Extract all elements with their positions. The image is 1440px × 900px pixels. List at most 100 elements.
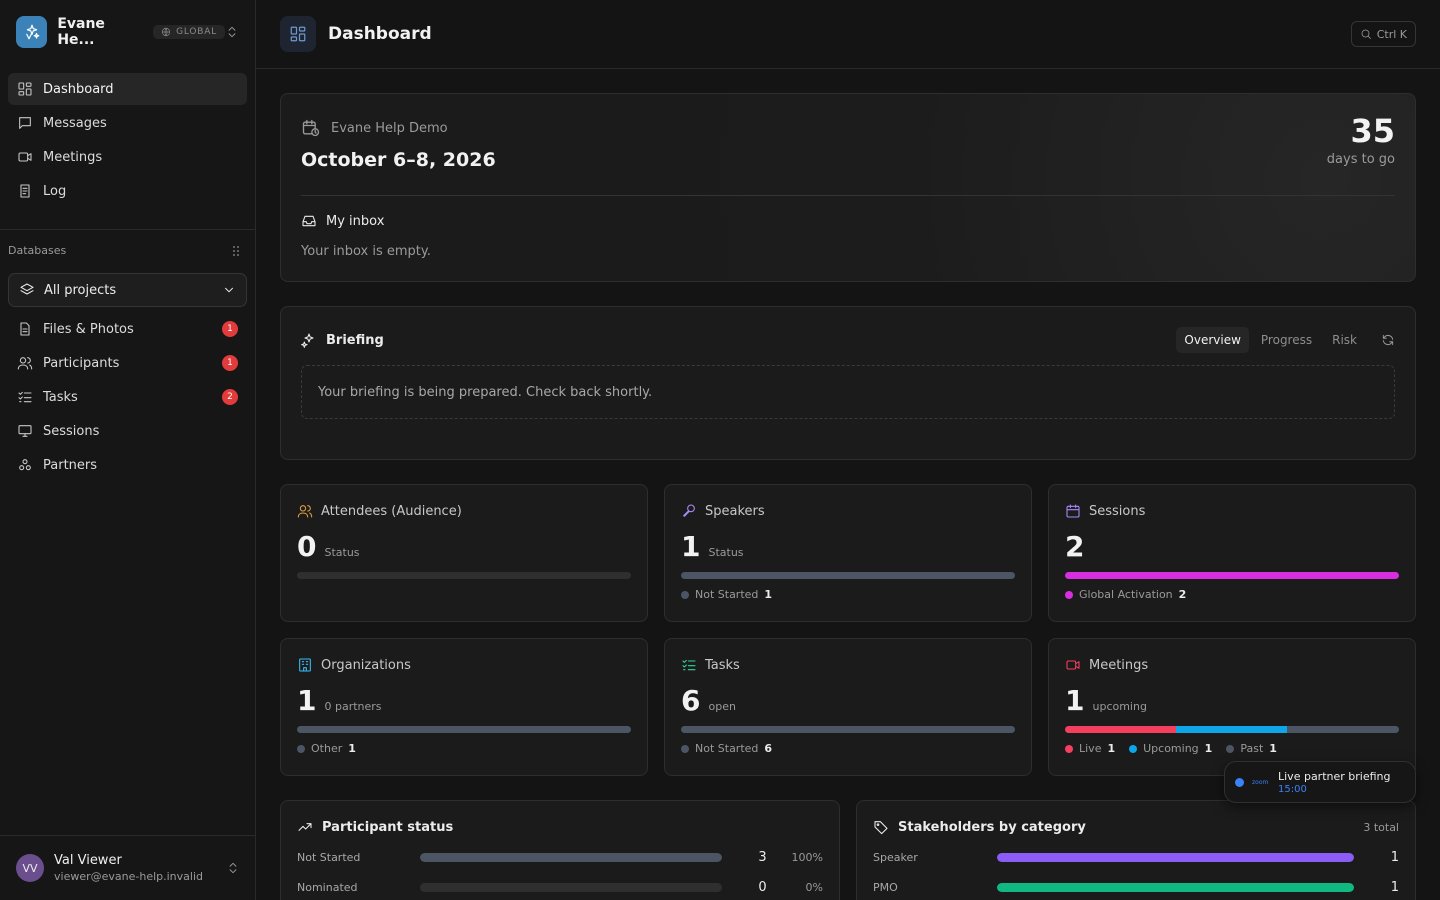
legend-label: Not Started	[695, 588, 759, 601]
sidebar-item-partners[interactable]: Partners	[8, 449, 247, 481]
inbox-icon	[301, 213, 317, 229]
tab-progress[interactable]: Progress	[1253, 327, 1320, 353]
stat-card-speakers[interactable]: Speakers 1 Status Not Started 1	[664, 484, 1032, 622]
stat-legend: Other 1	[297, 742, 631, 755]
stat-title: Speakers	[705, 503, 765, 519]
countdown-label: days to go	[1326, 152, 1395, 167]
stat-legend: Not Started 1	[681, 588, 1015, 601]
sidebar-item-files-photos[interactable]: Files & Photos 1	[8, 313, 247, 345]
drag-handle-icon[interactable]	[231, 245, 241, 257]
search-button[interactable]: Ctrl K	[1350, 21, 1416, 47]
sidebar: Evane He... GLOBAL Dashboard Messages Me…	[0, 0, 256, 900]
stat-card-meetings[interactable]: Meetings 1 upcoming Live 1 Upcoming 1 Past 1	[1048, 638, 1416, 776]
stats-grid: Attendees (Audience) 0 Status Speakers 1…	[280, 484, 1416, 776]
calendar-icon	[1065, 503, 1081, 519]
stat-header: Tasks	[681, 657, 1015, 673]
stat-header: Attendees (Audience)	[297, 503, 631, 519]
tag-icon	[873, 819, 889, 835]
stat-value: 1	[297, 684, 317, 717]
dashboard-icon	[280, 16, 316, 52]
nav-item-label: Log	[43, 183, 67, 199]
legend-dot	[681, 744, 689, 753]
globe-icon	[162, 27, 171, 37]
legend-item: Past 1	[1226, 742, 1277, 755]
sidebar-item-sessions[interactable]: Sessions	[8, 415, 247, 447]
event-dates: October 6–8, 2026	[301, 149, 496, 171]
nav-item-label: Meetings	[43, 149, 103, 165]
divider	[301, 195, 1395, 196]
stat-card-attendees[interactable]: Attendees (Audience) 0 Status	[280, 484, 648, 622]
user-name: Val Viewer	[54, 853, 122, 868]
stat-header: Organizations	[297, 657, 631, 673]
stat-header: Meetings	[1065, 657, 1399, 673]
trending-up-icon	[297, 819, 313, 835]
count-badge: 1	[222, 321, 238, 337]
nav-item-log[interactable]: Log	[8, 175, 247, 207]
stakeholders-rows: Speaker 1 PMO 1	[873, 849, 1399, 895]
sidebar-item-participants[interactable]: Participants 1	[8, 347, 247, 379]
project-selector-value: All projects	[44, 282, 117, 298]
row-bar-fill	[996, 882, 1355, 892]
chevrons-up-down-icon[interactable]	[225, 25, 239, 39]
tab-risk[interactable]: Risk	[1324, 327, 1365, 353]
stakeholders-card: Stakeholders by category 3 total Speaker…	[856, 800, 1416, 900]
nav-item-dashboard[interactable]: Dashboard	[8, 73, 247, 105]
nav-item-messages[interactable]: Messages	[8, 107, 247, 139]
nav-item-label: Messages	[43, 115, 107, 131]
user-menu[interactable]: VV Val Viewer viewer@evane-help.invalid	[0, 835, 256, 900]
legend-count: 2	[1178, 588, 1187, 601]
category-row: Speaker 1	[873, 849, 1399, 865]
refresh-icon[interactable]	[1381, 333, 1395, 347]
event-card: Evane Help Demo October 6–8, 2026 35 day…	[280, 93, 1416, 282]
legend-item: Not Started 1	[681, 588, 772, 601]
toast-content: Live partner briefing 15:00	[1278, 770, 1391, 795]
count-badge: 2	[222, 389, 238, 405]
sidebar-item-tasks[interactable]: Tasks 2	[8, 381, 247, 413]
legend-label: Global Activation	[1079, 588, 1173, 601]
toast-title: Live partner briefing	[1278, 769, 1391, 783]
stat-legend: Not Started 6	[681, 742, 1015, 755]
stat-header: Sessions	[1065, 503, 1399, 519]
legend-dot	[681, 590, 689, 599]
users-icon	[17, 355, 33, 371]
tab-overview[interactable]: Overview	[1176, 327, 1249, 353]
legend-label: Live	[1079, 742, 1102, 755]
stat-bar-segment	[1287, 726, 1399, 733]
legend-dot	[297, 744, 305, 753]
legend-item: Upcoming 1	[1129, 742, 1212, 755]
avatar: VV	[16, 854, 44, 882]
nav-item-meetings[interactable]: Meetings	[8, 141, 247, 173]
databases-heading-label: Databases	[8, 244, 67, 257]
stat-value-row: 2	[1065, 532, 1399, 562]
users-icon	[297, 503, 313, 519]
row-bar-fill	[419, 852, 723, 862]
nav-item-label: Dashboard	[43, 81, 114, 97]
row-label: PMO	[873, 880, 898, 894]
stat-legend: Live 1 Upcoming 1 Past 1	[1065, 742, 1399, 755]
stat-bar	[681, 726, 1015, 733]
briefing-message: Your briefing is being prepared. Check b…	[301, 365, 1395, 419]
stat-card-organizations[interactable]: Organizations 1 0 partners Other 1	[280, 638, 648, 776]
live-meeting-toast[interactable]: zoom Live partner briefing 15:00	[1224, 761, 1416, 803]
stat-subtitle: 0 partners	[324, 700, 382, 713]
briefing-title: Briefing	[326, 332, 384, 348]
project-selector[interactable]: All projects	[8, 273, 247, 307]
sidebar-item-label: Sessions	[43, 423, 100, 439]
live-indicator	[1235, 777, 1244, 787]
event-name-row: Evane Help Demo	[301, 118, 1395, 138]
stat-subtitle: open	[708, 700, 736, 713]
briefing-header: Briefing Overview Progress Risk	[301, 327, 1395, 353]
chevrons-up-down-icon	[226, 861, 240, 875]
stat-value: 1	[681, 530, 701, 563]
stat-card-sessions[interactable]: Sessions 2 Global Activation 2	[1048, 484, 1416, 622]
workspace-switcher[interactable]: Evane He... GLOBAL	[0, 0, 255, 64]
monitor-icon	[17, 423, 33, 439]
stat-bar	[297, 726, 631, 733]
stat-subtitle: Status	[324, 546, 360, 559]
stat-bar-segment	[681, 572, 1015, 579]
legend-dot	[1065, 590, 1073, 599]
legend-label: Other	[311, 742, 343, 755]
stat-card-tasks[interactable]: Tasks 6 open Not Started 6	[664, 638, 1032, 776]
stat-subtitle: upcoming	[1092, 700, 1147, 713]
stat-title: Meetings	[1089, 657, 1149, 673]
